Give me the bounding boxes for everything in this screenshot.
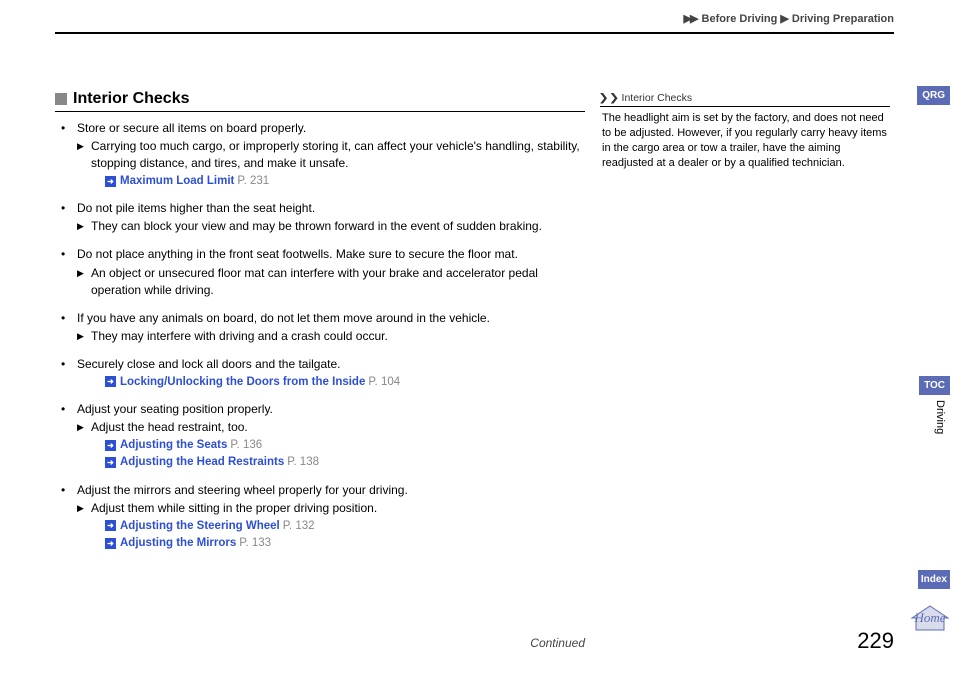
cross-reference-link[interactable]: ➜ Adjusting the Steering WheelP. 132 (105, 518, 585, 534)
tab-qrg[interactable]: QRG (917, 86, 950, 105)
bullet-item: Store or secure all items on board prope… (69, 120, 585, 189)
xref-title: Adjusting the Seats (120, 439, 227, 451)
bullet-item: Securely close and lock all doors and th… (69, 356, 585, 390)
bullet-list: Store or secure all items on board prope… (55, 120, 585, 551)
bullet-subtext: Adjust the head restraint, too. (77, 419, 585, 436)
sidebar-title: Interior Checks (622, 92, 693, 104)
link-arrow-icon: ➜ (105, 176, 116, 187)
link-arrow-icon: ➜ (105, 440, 116, 451)
xref-page: P. 136 (230, 439, 262, 451)
bullet-item: If you have any animals on board, do not… (69, 310, 585, 345)
sidebar-heading: ❯❯ Interior Checks (600, 92, 890, 107)
bullet-subtext: An object or unsecured floor mat can int… (77, 265, 585, 299)
square-bullet-icon (55, 93, 67, 105)
xref-page: P. 132 (283, 520, 315, 532)
bullet-text: Securely close and lock all doors and th… (77, 356, 585, 373)
xref-title: Maximum Load Limit (120, 175, 234, 187)
home-button[interactable]: Home (910, 604, 950, 632)
bullet-text: Do not place anything in the front seat … (77, 246, 585, 263)
bullet-subtext: They may interfere with driving and a cr… (77, 328, 585, 345)
chapter-label: Driving (934, 400, 946, 434)
bullet-subtext: Adjust them while sitting in the proper … (77, 500, 585, 517)
bullet-item: Do not place anything in the front seat … (69, 246, 585, 298)
link-arrow-icon: ➜ (105, 376, 116, 387)
bullet-subtext: They can block your view and may be thro… (77, 218, 585, 235)
bullet-item: Adjust the mirrors and steering wheel pr… (69, 482, 585, 552)
link-arrow-icon: ➜ (105, 457, 116, 468)
sidebar-column: ❯❯ Interior Checks The headlight aim is … (600, 92, 890, 170)
section-title: Interior Checks (73, 90, 189, 108)
bullet-text: Adjust your seating position properly. (77, 401, 585, 418)
sidebar-text: The headlight aim is set by the factory,… (600, 111, 890, 170)
xref-title: Adjusting the Head Restraints (120, 456, 284, 468)
xref-page: P. 138 (287, 456, 319, 468)
tab-toc[interactable]: TOC (919, 376, 950, 395)
xref-title: Adjusting the Steering Wheel (120, 520, 280, 532)
xref-title: Locking/Unlocking the Doors from the Ins… (120, 376, 365, 388)
cross-reference-link[interactable]: ➜ Adjusting the MirrorsP. 133 (105, 535, 585, 551)
cross-reference-link[interactable]: ➜ Adjusting the Head RestraintsP. 138 (105, 454, 585, 470)
cross-reference-link[interactable]: ➜ Maximum Load LimitP. 231 (105, 173, 585, 189)
chevron-icon: ▶ (780, 13, 786, 25)
bullet-text: Store or secure all items on board prope… (77, 120, 585, 137)
breadcrumb-a: Before Driving (702, 13, 778, 25)
bullet-subtext: Carrying too much cargo, or improperly s… (77, 138, 585, 172)
link-arrow-icon: ➜ (105, 538, 116, 549)
double-chevron-icon: ❯❯ (598, 92, 619, 104)
header-rule (55, 32, 894, 34)
page-number: 229 (857, 628, 894, 654)
bullet-text: If you have any animals on board, do not… (77, 310, 585, 327)
bullet-text: Do not pile items higher than the seat h… (77, 200, 585, 217)
link-arrow-icon: ➜ (105, 520, 116, 531)
bullet-item: Do not pile items higher than the seat h… (69, 200, 585, 235)
bullet-item: Adjust your seating position properly.Ad… (69, 401, 585, 471)
xref-page: P. 133 (239, 537, 271, 549)
home-label: Home (914, 610, 945, 626)
breadcrumb: ▶▶ Before Driving ▶ Driving Preparation (55, 12, 894, 25)
cross-reference-link[interactable]: ➜ Locking/Unlocking the Doors from the In… (105, 374, 585, 390)
xref-title: Adjusting the Mirrors (120, 537, 236, 549)
continued-label: Continued (55, 636, 585, 650)
cross-reference-link[interactable]: ➜ Adjusting the SeatsP. 136 (105, 437, 585, 453)
tab-index[interactable]: Index (918, 570, 950, 589)
xref-page: P. 231 (237, 175, 269, 187)
xref-page: P. 104 (368, 376, 400, 388)
bullet-text: Adjust the mirrors and steering wheel pr… (77, 482, 585, 499)
chevron-icon: ▶▶ (684, 13, 697, 25)
section-heading: Interior Checks (55, 90, 585, 112)
main-column: Interior Checks Store or secure all item… (55, 90, 585, 562)
breadcrumb-b: Driving Preparation (792, 13, 894, 25)
